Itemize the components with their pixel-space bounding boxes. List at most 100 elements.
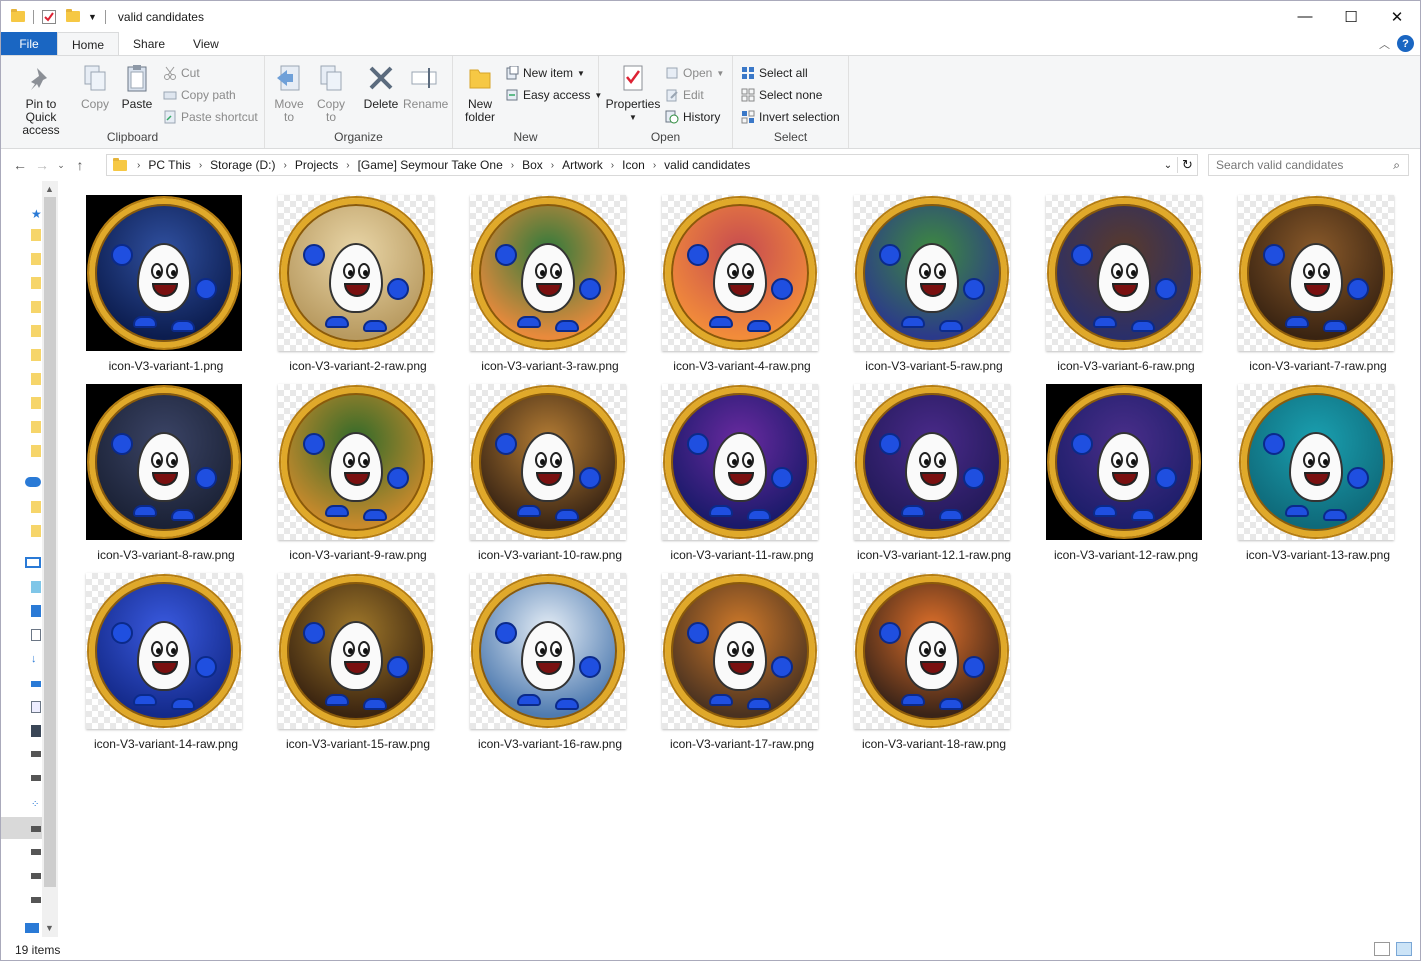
file-item[interactable]: icon-V3-variant-3-raw.png — [460, 187, 640, 373]
tab-home[interactable]: Home — [57, 32, 120, 56]
music-icon[interactable] — [31, 681, 41, 687]
breadcrumb-separator-icon[interactable]: › — [195, 160, 206, 171]
recent-locations-chevron-icon[interactable]: ⌄ — [53, 160, 69, 171]
breadcrumb-separator-icon[interactable]: › — [607, 160, 618, 171]
folder-icon[interactable] — [31, 301, 41, 313]
select-none-button[interactable]: Select none — [741, 86, 822, 104]
address-history-chevron-icon[interactable]: ⌄ — [1159, 160, 1177, 171]
file-item[interactable]: icon-V3-variant-15-raw.png — [268, 565, 448, 751]
address-bar[interactable]: › PC This › Storage (D:) › Projects › [G… — [106, 154, 1198, 176]
network-icon[interactable] — [25, 923, 39, 933]
tab-share[interactable]: Share — [119, 32, 179, 56]
drive-icon[interactable] — [31, 897, 41, 903]
delete-button[interactable]: Delete — [361, 62, 401, 111]
folder-icon[interactable] — [31, 373, 41, 385]
breadcrumb-item[interactable]: PC This — [144, 158, 194, 172]
cut-button[interactable]: Cut — [163, 64, 200, 82]
file-item[interactable]: icon-V3-variant-12-raw.png — [1036, 376, 1216, 562]
minimize-button[interactable]: — — [1282, 1, 1328, 32]
folder-icon[interactable] — [31, 525, 41, 537]
breadcrumb-item[interactable]: Box — [518, 158, 547, 172]
file-item[interactable]: icon-V3-variant-6-raw.png — [1036, 187, 1216, 373]
folder-icon[interactable] — [31, 445, 41, 457]
scroll-up-arrow-icon[interactable]: ▲ — [45, 184, 54, 194]
maximize-button[interactable]: ☐ — [1328, 1, 1374, 32]
paste-button[interactable]: Paste — [119, 62, 155, 111]
open-button[interactable]: Open ▼ — [665, 64, 724, 82]
paste-shortcut-button[interactable]: Paste shortcut — [163, 108, 258, 126]
file-item[interactable]: icon-V3-variant-4-raw.png — [652, 187, 832, 373]
file-item[interactable]: icon-V3-variant-18-raw.png — [844, 565, 1024, 751]
up-arrow-icon[interactable]: ↑ — [69, 157, 91, 173]
tab-view[interactable]: View — [179, 32, 233, 56]
drive-icon[interactable] — [31, 751, 41, 757]
move-to-button[interactable]: Move to — [271, 62, 307, 124]
breadcrumb-item[interactable]: Projects — [291, 158, 342, 172]
videos-icon[interactable] — [31, 725, 41, 737]
downloads-icon[interactable]: ↓ — [31, 653, 41, 665]
file-item[interactable]: icon-V3-variant-10-raw.png — [460, 376, 640, 562]
folder-icon[interactable] — [31, 325, 41, 337]
file-item[interactable]: icon-V3-variant-13-raw.png — [1228, 376, 1408, 562]
back-arrow-icon[interactable]: ← — [9, 157, 31, 173]
breadcrumb-item[interactable]: Icon — [618, 158, 649, 172]
breadcrumb-separator-icon[interactable]: › — [507, 160, 518, 171]
close-button[interactable]: ✕ — [1374, 1, 1420, 32]
drive-icon[interactable] — [31, 826, 41, 832]
breadcrumb-separator-icon[interactable]: › — [649, 160, 660, 171]
customize-toolbar-chevron-icon[interactable]: ▼ — [88, 12, 97, 22]
refresh-icon[interactable]: ↻ — [1177, 157, 1197, 173]
file-item[interactable]: icon-V3-variant-8-raw.png — [76, 376, 256, 562]
invert-selection-button[interactable]: Invert selection — [741, 108, 840, 126]
new-folder-button[interactable]: New folder — [461, 62, 499, 124]
onedrive-cloud-icon[interactable] — [25, 477, 41, 487]
folder-icon[interactable] — [31, 349, 41, 361]
history-button[interactable]: History — [665, 108, 720, 126]
breadcrumb-separator-icon[interactable]: › — [342, 160, 353, 171]
drive-icon[interactable] — [31, 849, 41, 855]
search-box[interactable]: Search valid candidates ⌕ — [1208, 154, 1409, 176]
desktop-icon[interactable] — [31, 605, 41, 617]
pictures-icon[interactable] — [31, 701, 41, 713]
navigation-scrollbar[interactable]: ▲ ▼ — [42, 181, 58, 937]
folder-icon[interactable] — [31, 229, 41, 241]
forward-arrow-icon[interactable]: → — [31, 157, 53, 173]
properties-checkmark-icon[interactable] — [42, 9, 56, 24]
folder-icon[interactable] — [31, 501, 41, 513]
network-grid-icon[interactable]: ⁘ — [31, 799, 41, 811]
details-view-icon[interactable] — [1374, 942, 1390, 956]
new-folder-icon[interactable] — [66, 9, 80, 22]
file-item[interactable]: icon-V3-variant-14-raw.png — [76, 565, 256, 751]
collapse-ribbon-chevron-icon[interactable]: ︿ — [1379, 36, 1390, 52]
scroll-down-arrow-icon[interactable]: ▼ — [45, 923, 54, 933]
copy-button[interactable]: Copy — [77, 62, 113, 111]
breadcrumb-item[interactable]: [Game] Seymour Take One — [354, 158, 507, 172]
scrollbar-thumb[interactable] — [44, 197, 56, 887]
rename-button[interactable]: Rename — [403, 62, 448, 111]
breadcrumb-separator-icon[interactable]: › — [547, 160, 558, 171]
breadcrumb-item[interactable]: Storage (D:) — [206, 158, 279, 172]
folder-icon[interactable] — [31, 277, 41, 289]
file-item[interactable]: icon-V3-variant-11-raw.png — [652, 376, 832, 562]
drive-icon[interactable] — [31, 873, 41, 879]
tab-file[interactable]: File — [1, 32, 57, 56]
help-icon[interactable]: ? — [1397, 35, 1414, 52]
select-all-button[interactable]: Select all — [741, 64, 808, 82]
properties-button[interactable]: Properties ▼ — [605, 62, 661, 124]
breadcrumb-item[interactable]: Artwork — [558, 158, 607, 172]
folder-icon[interactable] — [31, 253, 41, 265]
edit-button[interactable]: Edit — [665, 86, 704, 104]
breadcrumb-item[interactable]: valid candidates — [660, 158, 754, 172]
large-icons-view-icon[interactable] — [1396, 942, 1412, 956]
new-item-button[interactable]: New item ▼ — [505, 64, 585, 82]
copy-path-button[interactable]: Copy path — [163, 86, 236, 104]
file-item[interactable]: icon-V3-variant-12.1-raw.png — [844, 376, 1024, 562]
breadcrumb-separator-icon[interactable]: › — [280, 160, 291, 171]
file-item[interactable]: icon-V3-variant-5-raw.png — [844, 187, 1024, 373]
file-item[interactable]: icon-V3-variant-1.png — [76, 187, 256, 373]
navigation-pane[interactable]: ★ ↓ ⁘ ▲ ▼ — [1, 181, 58, 937]
drive-icon[interactable] — [31, 775, 41, 781]
file-item[interactable]: icon-V3-variant-9-raw.png — [268, 376, 448, 562]
star-icon[interactable]: ★ — [31, 207, 42, 221]
pin-to-quick-access-button[interactable]: Pin to Quick access — [7, 62, 75, 137]
